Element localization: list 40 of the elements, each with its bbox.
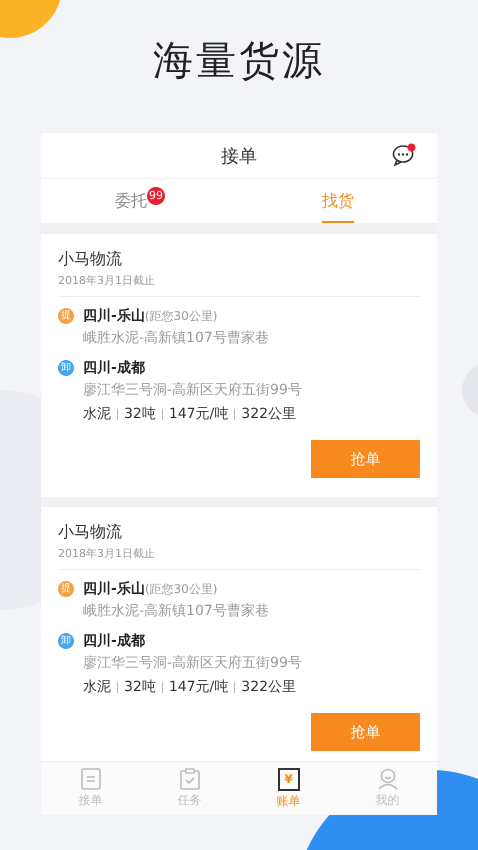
grab-order-button[interactable]: 抢单 <box>311 440 420 478</box>
company-name: 小马物流 <box>58 248 123 270</box>
headline: 海量货源 <box>153 37 325 86</box>
place-name: 四川-成都 <box>83 632 145 650</box>
nav-tab[interactable]: ¥ 账单 <box>239 762 338 815</box>
count-badge: 99 <box>147 186 165 204</box>
address: 峨胜水泥-高新镇107号曹家巷 <box>82 329 270 348</box>
nav-tab[interactable]: 接单 <box>41 762 140 815</box>
cargo-detail: 147元/吨 <box>168 405 228 423</box>
cargo-detail: 32吨 <box>124 405 156 423</box>
deadline: 2018年3月1日截止 <box>58 546 156 562</box>
distance: (距您30公里) <box>144 308 218 324</box>
cargo-detail: 水泥 <box>83 405 111 423</box>
nav-tab[interactable]: 任务 <box>140 762 239 815</box>
address: 廖江华三号洞-高新区天府五街99号 <box>82 654 303 673</box>
clipboard-icon <box>178 768 200 790</box>
bill-icon: ¥ <box>278 768 300 790</box>
stop-badge: 卸 <box>58 633 74 649</box>
cargo-detail: 322公里 <box>241 405 296 423</box>
place-name: 四川-乐山 <box>83 307 145 325</box>
cargo-detail: 322公里 <box>241 678 296 696</box>
chat-icon[interactable] <box>391 143 417 167</box>
place-name: 四川-乐山 <box>83 580 145 598</box>
grab-order-button[interactable]: 抢单 <box>311 713 420 751</box>
nav-tab[interactable]: 我的 <box>338 762 437 815</box>
company-name: 小马物流 <box>58 521 123 543</box>
deadline: 2018年3月1日截止 <box>58 273 156 289</box>
screen-title: 接单 <box>221 144 257 168</box>
distance: (距您30公里) <box>144 580 218 598</box>
place-name: 四川-成都 <box>83 359 145 377</box>
list-icon <box>80 768 102 790</box>
person-icon <box>376 768 398 790</box>
address: 峨胜水泥-高新镇107号曹家巷 <box>82 602 270 621</box>
stop-badge: 卸 <box>58 360 74 376</box>
address: 廖江华三号洞-高新区天府五街99号 <box>82 381 303 400</box>
stop-badge: 提 <box>58 308 74 324</box>
cargo-detail: 32吨 <box>124 678 156 696</box>
cargo-detail: 147元/吨 <box>168 678 228 696</box>
cargo-detail: 水泥 <box>83 678 111 696</box>
stop-badge: 提 <box>58 581 74 597</box>
